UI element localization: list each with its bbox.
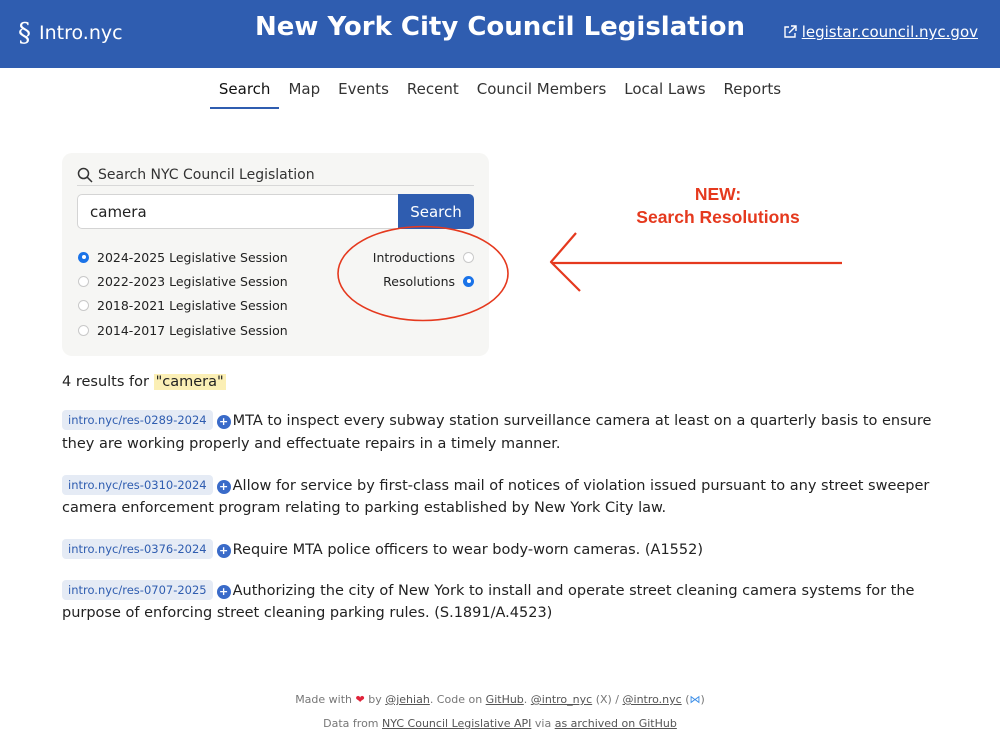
radio-unchecked[interactable] [78, 300, 89, 312]
footer-text: . Code on [429, 693, 483, 706]
result-text: Require MTA police officers to wear body… [232, 542, 704, 558]
query-highlight: "camera" [153, 374, 226, 390]
brand-link[interactable]: § Intro.nyc [18, 18, 123, 48]
footer-text: by [368, 693, 382, 706]
tab-recent[interactable]: Recent [398, 76, 468, 109]
radio-unchecked[interactable] [78, 324, 89, 336]
brand-label: Intro.nyc [39, 22, 123, 44]
session-option[interactable]: 2024-2025 Legislative Session [78, 245, 288, 269]
list-item: intro.nyc/res-0707-2025 + Authorizing the … [62, 579, 942, 625]
site-header: § Intro.nyc New York City Council Legisl… [0, 0, 1000, 68]
session-options: 2024-2025 Legislative Session 2022-2023 … [78, 245, 288, 342]
type-label: Resolutions [383, 273, 455, 289]
legistar-link[interactable]: legistar.council.nyc.gov [782, 23, 978, 41]
search-input[interactable] [77, 194, 398, 229]
annotation-arrow [549, 232, 842, 292]
result-count-label: 4 results for [62, 374, 154, 390]
footer-credits: Made with ❤ by @jehiah. Code on GitHub. … [295, 693, 705, 706]
main-nav: Search Map Events Recent Council Members… [0, 76, 1000, 109]
session-option[interactable]: 2022-2023 Legislative Session [78, 269, 288, 293]
github-link[interactable]: GitHub [486, 693, 524, 706]
bluesky-link[interactable]: @intro.nyc [623, 693, 682, 706]
type-option-introductions[interactable]: Introductions [373, 245, 474, 269]
result-id-badge[interactable]: intro.nyc/res-0376-2024 [62, 539, 213, 559]
radio-unchecked[interactable] [78, 275, 89, 287]
plus-icon[interactable]: + [216, 544, 231, 558]
plus-icon[interactable]: + [216, 479, 231, 494]
session-label: 2024-2025 Legislative Session [97, 249, 288, 265]
search-heading-label: Search NYC Council Legislation [98, 167, 315, 183]
session-label: 2018-2021 Legislative Session [97, 298, 288, 314]
search-form: Search [77, 194, 474, 229]
session-option[interactable]: 2018-2021 Legislative Session [78, 294, 288, 318]
type-label: Introductions [372, 249, 455, 265]
footer-text: Data from [323, 717, 379, 730]
tab-map[interactable]: Map [279, 76, 329, 109]
footer-text: via [534, 717, 552, 730]
plus-icon[interactable]: + [216, 584, 231, 599]
external-link-icon [784, 25, 797, 38]
type-options: Introductions Resolutions [373, 245, 474, 294]
footer-data-source: Data from NYC Council Legislative API vi… [0, 712, 1000, 736]
footer-text: (X) / [595, 693, 620, 706]
search-heading: Search NYC Council Legislation [77, 167, 474, 186]
tab-local-laws[interactable]: Local Laws [615, 76, 714, 109]
butterfly-icon: ⋈ [689, 693, 701, 706]
tab-events[interactable]: Events [329, 76, 398, 109]
annotation-text: NEW: Search Resolutions [618, 183, 818, 229]
result-id-badge[interactable]: intro.nyc/res-0707-2025 [62, 579, 213, 600]
heart-icon: ❤ [355, 693, 365, 706]
results-list: intro.nyc/res-0289-2024 + MTA to inspect e… [62, 410, 942, 644]
author-link[interactable]: @jehiah [385, 693, 430, 706]
annotation-line-2: Search Resolutions [636, 207, 800, 227]
session-option[interactable]: 2014-2017 Legislative Session [78, 318, 288, 342]
radio-checked[interactable] [78, 251, 89, 263]
archive-link[interactable]: as archived on GitHub [555, 717, 677, 730]
radio-unchecked[interactable] [463, 251, 474, 263]
site-footer: Made with ❤ by @jehiah. Code on GitHub. … [0, 688, 1000, 736]
list-item: intro.nyc/res-0376-2024 + Require MTA poli… [62, 539, 942, 562]
api-link[interactable]: NYC Council Legislative API [382, 717, 531, 730]
list-item: intro.nyc/res-0289-2024 + MTA to inspect e… [62, 410, 942, 455]
annotation-line-1: NEW: [694, 184, 742, 204]
search-button[interactable]: Search [398, 194, 474, 229]
result-id-badge[interactable]: intro.nyc/res-0289-2024 [62, 410, 213, 430]
plus-icon[interactable]: + [216, 415, 231, 429]
tab-reports[interactable]: Reports [715, 76, 791, 109]
footer-text: Made with [295, 693, 353, 706]
legistar-link-label: legistar.council.nyc.gov [801, 23, 978, 41]
tab-council-members[interactable]: Council Members [468, 76, 616, 109]
section-icon: § [18, 18, 31, 48]
session-label: 2014-2017 Legislative Session [97, 322, 288, 338]
twitter-link[interactable]: @intro_nyc [531, 693, 592, 706]
result-count: 4 results for "camera" [62, 374, 226, 390]
list-item: intro.nyc/res-0310-2024 + Allow for servic… [62, 474, 942, 520]
result-id-badge[interactable]: intro.nyc/res-0310-2024 [62, 474, 213, 495]
radio-checked[interactable] [463, 275, 474, 287]
search-icon [77, 167, 93, 183]
type-option-resolutions[interactable]: Resolutions [373, 269, 474, 293]
session-label: 2022-2023 Legislative Session [97, 273, 288, 289]
search-panel: Search NYC Council Legislation Search 20… [62, 153, 489, 356]
tab-search[interactable]: Search [209, 76, 280, 109]
